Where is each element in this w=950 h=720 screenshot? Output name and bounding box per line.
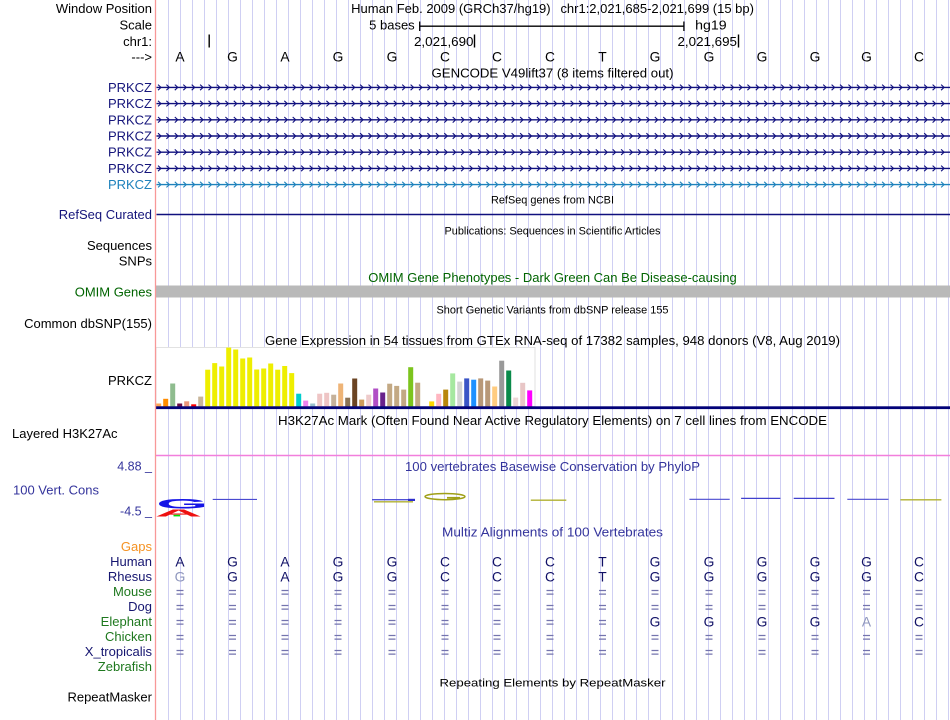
svg-text:G: G <box>861 50 872 65</box>
svg-text:C: C <box>914 615 924 630</box>
svg-text:G: G <box>650 570 661 585</box>
svg-text:Window Position: Window Position <box>56 1 152 16</box>
svg-text:A: A <box>175 50 185 65</box>
svg-text:A: A <box>175 555 185 570</box>
svg-text:G: G <box>810 615 821 630</box>
svg-text:Gaps: Gaps <box>121 539 153 554</box>
svg-text:H3K27Ac Mark (Often Found Near: H3K27Ac Mark (Often Found Near Active Re… <box>278 413 827 428</box>
svg-text:Elephant: Elephant <box>101 614 153 629</box>
svg-text:G: G <box>227 570 238 585</box>
svg-text:100 Vert. Cons: 100 Vert. Cons <box>13 483 99 498</box>
svg-text:PRKCZ: PRKCZ <box>108 112 152 127</box>
svg-text:RepeatMasker: RepeatMasker <box>67 690 152 705</box>
svg-text:C: C <box>492 555 502 570</box>
svg-text:2,021,690: 2,021,690 <box>414 34 474 49</box>
svg-text:-4.5 _: -4.5 _ <box>120 505 153 519</box>
svg-text:PRKCZ: PRKCZ <box>108 145 152 160</box>
svg-text:G: G <box>333 555 344 570</box>
svg-text:Dog: Dog <box>128 599 152 614</box>
svg-text:A: A <box>280 50 290 65</box>
svg-text:G: G <box>757 615 768 630</box>
svg-text:G: G <box>333 50 344 65</box>
svg-text:C: C <box>492 50 502 65</box>
svg-text:T: T <box>598 50 607 65</box>
svg-text:C: C <box>545 570 555 585</box>
svg-text:Common dbSNP(155): Common dbSNP(155) <box>24 316 152 331</box>
svg-text:G: G <box>227 50 238 65</box>
svg-text:Zebrafish: Zebrafish <box>98 659 152 674</box>
svg-text:hg19: hg19 <box>695 18 727 33</box>
svg-text:Mouse: Mouse <box>113 584 152 599</box>
svg-text:chr1:2,021,685-2,021,699 (15 b: chr1:2,021,685-2,021,699 (15 bp) <box>560 1 754 16</box>
svg-text:G: G <box>227 555 238 570</box>
svg-text:PRKCZ: PRKCZ <box>108 161 152 176</box>
svg-text:GENCODE V49lift37 (8 items fil: GENCODE V49lift37 (8 items filtered out) <box>432 66 674 81</box>
svg-text:G: G <box>861 555 872 570</box>
svg-text:C: C <box>545 555 555 570</box>
svg-text:Chicken: Chicken <box>105 629 152 644</box>
svg-text:Gene Expression in 54 tissues: Gene Expression in 54 tissues from GTEx … <box>265 333 840 348</box>
svg-text:G: G <box>650 615 661 630</box>
svg-text:G: G <box>175 570 186 585</box>
svg-text:4.88 _: 4.88 _ <box>117 459 153 473</box>
svg-text:OMIM Gene Phenotypes - Dark Gr: OMIM Gene Phenotypes - Dark Green Can Be… <box>368 270 737 285</box>
svg-text:OMIM Genes: OMIM Genes <box>75 285 153 300</box>
svg-text:100 vertebrates Basewise Conse: 100 vertebrates Basewise Conservation by… <box>405 459 700 474</box>
svg-text:2,021,695: 2,021,695 <box>678 34 738 49</box>
svg-text:PRKCZ: PRKCZ <box>108 177 152 192</box>
svg-text:C: C <box>914 570 924 585</box>
svg-text:G: G <box>650 555 661 570</box>
svg-text:5 bases: 5 bases <box>369 18 415 33</box>
svg-text:G: G <box>333 570 344 585</box>
svg-text:C: C <box>545 50 555 65</box>
svg-text:G: G <box>810 50 821 65</box>
svg-text:A: A <box>862 615 872 630</box>
svg-text:G: G <box>757 570 768 585</box>
svg-text:PRKCZ: PRKCZ <box>108 80 152 95</box>
svg-text:G: G <box>387 555 398 570</box>
svg-text:C: C <box>440 555 450 570</box>
svg-text:G: G <box>704 555 715 570</box>
svg-text:G: G <box>704 50 715 65</box>
svg-text:Human: Human <box>110 554 152 569</box>
svg-text:RefSeq Curated: RefSeq Curated <box>59 207 152 222</box>
svg-text:X_tropicalis: X_tropicalis <box>85 644 153 659</box>
svg-text:Scale: Scale <box>119 18 152 33</box>
svg-text:G: G <box>810 570 821 585</box>
svg-text:A: A <box>280 555 290 570</box>
svg-text:--->: ---> <box>131 50 152 65</box>
svg-text:C: C <box>914 50 924 65</box>
svg-text:Multiz Alignments of 100 Verte: Multiz Alignments of 100 Vertebrates <box>442 525 664 540</box>
svg-text:C: C <box>440 570 450 585</box>
svg-text:A: A <box>155 507 203 519</box>
svg-text:Short Genetic Variants from db: Short Genetic Variants from dbSNP releas… <box>437 305 669 317</box>
svg-text:Repeating Elements by RepeatMa: Repeating Elements by RepeatMasker <box>440 678 666 690</box>
svg-text:Rhesus: Rhesus <box>108 569 153 584</box>
svg-text:chr1:: chr1: <box>123 34 152 49</box>
svg-text:SNPs: SNPs <box>119 254 153 269</box>
svg-text:Layered H3K27Ac: Layered H3K27Ac <box>12 426 118 441</box>
svg-text:A: A <box>280 570 290 585</box>
svg-text:C: C <box>914 555 924 570</box>
svg-text:G: G <box>650 50 661 65</box>
svg-text:PRKCZ: PRKCZ <box>108 373 152 388</box>
svg-text:RefSeq genes from NCBI: RefSeq genes from NCBI <box>491 195 614 207</box>
svg-text:G: G <box>387 570 398 585</box>
svg-text:G: G <box>757 50 768 65</box>
svg-text:Publications: Sequences in Sci: Publications: Sequences in Scientific Ar… <box>445 226 661 238</box>
svg-text:PRKCZ: PRKCZ <box>108 129 152 144</box>
svg-text:Human Feb. 2009 (GRCh37/hg19): Human Feb. 2009 (GRCh37/hg19) <box>351 1 550 16</box>
svg-text:G: G <box>387 50 398 65</box>
svg-text:C: C <box>440 50 450 65</box>
svg-text:PRKCZ: PRKCZ <box>108 96 152 111</box>
svg-text:G: G <box>861 570 872 585</box>
svg-text:G: G <box>704 615 715 630</box>
svg-text:G: G <box>810 555 821 570</box>
svg-text:C: C <box>492 570 502 585</box>
svg-text:Sequences: Sequences <box>87 238 153 253</box>
svg-text:T: T <box>598 555 607 570</box>
svg-text:G: G <box>704 570 715 585</box>
svg-text:G: G <box>757 555 768 570</box>
svg-text:T: T <box>598 570 607 585</box>
